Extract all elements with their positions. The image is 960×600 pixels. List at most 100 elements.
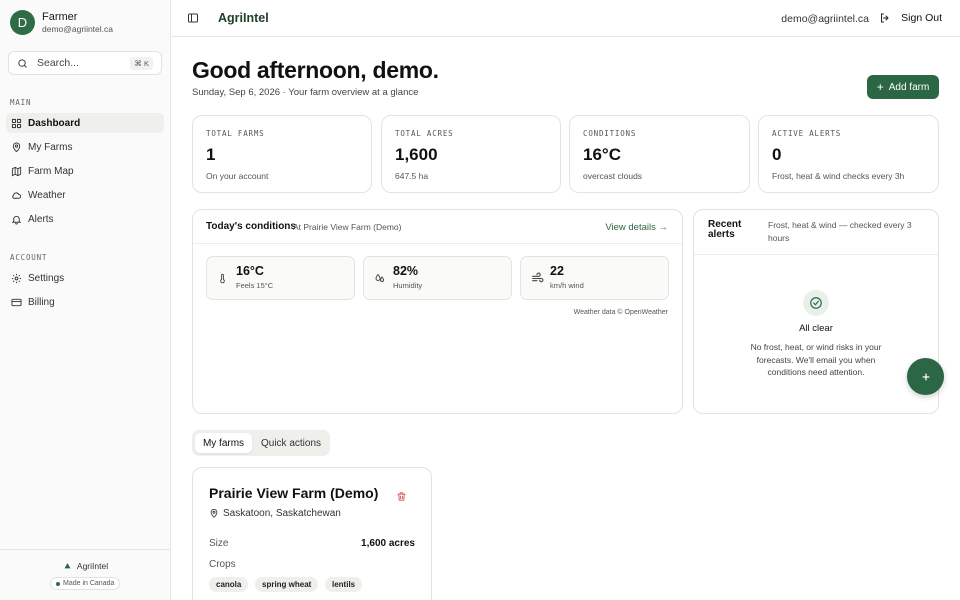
tab-my-farms[interactable]: My farms bbox=[195, 433, 252, 453]
section-label-account: ACCOUNT bbox=[10, 253, 48, 262]
sidebar-item-label: Alerts bbox=[28, 213, 54, 225]
sidebar: D Farmer demo@agriintel.ca Search... ⌘ K… bbox=[0, 0, 171, 600]
stat-label: ACTIVE ALERTS bbox=[772, 129, 842, 138]
sidebar-item-label: Settings bbox=[28, 272, 65, 284]
top-user-email: demo@agriintel.ca bbox=[781, 13, 869, 25]
alerts-subtitle: Frost, heat & wind — checked every 3 hou… bbox=[768, 220, 912, 243]
metric-temperature: 16°C Feels 15°C bbox=[206, 256, 355, 300]
stat-sub: 647.5 ha bbox=[395, 171, 429, 181]
check-circle-icon bbox=[810, 297, 822, 309]
metric-value: 22 bbox=[550, 264, 564, 278]
metric-sub: Humidity bbox=[393, 281, 423, 290]
stat-card-total-farms: TOTAL FARMS 1 On your account bbox=[192, 115, 372, 193]
map-pin-icon bbox=[12, 142, 21, 152]
stat-label: TOTAL ACRES bbox=[395, 129, 454, 138]
avatar[interactable]: D bbox=[10, 10, 35, 35]
divider bbox=[694, 254, 938, 255]
farm-size-value: 1,600 acres bbox=[361, 538, 415, 549]
conditions-location: At Prairie View Farm (Demo) bbox=[293, 222, 402, 232]
sidebar-item-label: My Farms bbox=[28, 141, 73, 153]
weather-attribution: Weather data © OpenWeather bbox=[573, 309, 668, 316]
divider bbox=[193, 243, 682, 244]
stat-card-conditions: CONDITIONS 16°C overcast clouds bbox=[569, 115, 750, 193]
sidebar-item-my-farms[interactable]: My Farms bbox=[6, 137, 164, 157]
sidebar-item-alerts[interactable]: Alerts bbox=[6, 209, 164, 229]
metric-value: 82% bbox=[393, 264, 419, 278]
sidebar-item-farm-map[interactable]: Farm Map bbox=[6, 161, 164, 181]
sidebar-item-weather[interactable]: Weather bbox=[6, 185, 164, 205]
search-shortcut: ⌘ K bbox=[130, 56, 153, 70]
metric-wind: 22 km/h wind bbox=[520, 256, 669, 300]
metric-sub: km/h wind bbox=[550, 281, 584, 290]
stat-value: 1 bbox=[206, 145, 216, 164]
stat-sub: Frost, heat & wind checks every 3h bbox=[772, 171, 905, 181]
farm-location-text: Saskatoon, Saskatchewan bbox=[223, 508, 341, 519]
all-clear-badge bbox=[803, 290, 829, 316]
search-icon bbox=[18, 58, 27, 68]
search-placeholder: Search... bbox=[37, 57, 80, 69]
stat-value: 1,600 bbox=[395, 145, 438, 164]
farm-size-label: Size bbox=[209, 538, 229, 549]
map-icon bbox=[11, 166, 22, 176]
farm-tabs: My farms Quick actions bbox=[192, 430, 330, 456]
gear-icon bbox=[11, 273, 22, 283]
sidebar-toggle-button[interactable] bbox=[187, 12, 199, 24]
top-bar: AgriIntel demo@agriintel.ca Sign Out bbox=[171, 0, 960, 37]
stat-label: TOTAL FARMS bbox=[206, 129, 265, 138]
credit-card-icon bbox=[11, 298, 22, 306]
cloud-icon bbox=[12, 191, 22, 199]
delete-farm-button[interactable] bbox=[396, 491, 407, 502]
user-profile[interactable]: D Farmer demo@agriintel.ca bbox=[10, 10, 113, 35]
thermometer-icon bbox=[220, 273, 225, 284]
sidebar-item-dashboard[interactable]: Dashboard bbox=[6, 113, 164, 133]
farm-card[interactable]: Prairie View Farm (Demo) Saskatoon, Sask… bbox=[192, 467, 432, 600]
user-email: demo@agriintel.ca bbox=[42, 23, 113, 34]
floating-add-button[interactable] bbox=[907, 358, 944, 395]
badge-dot-icon bbox=[56, 581, 60, 586]
map-pin-icon bbox=[210, 508, 218, 518]
crop-tag: spring wheat bbox=[255, 577, 319, 592]
wind-icon bbox=[532, 272, 544, 283]
bell-icon bbox=[11, 215, 22, 225]
plus-icon: + bbox=[876, 80, 884, 94]
farm-crops-label: Crops bbox=[209, 559, 236, 570]
sidebar-item-billing[interactable]: Billing bbox=[6, 292, 164, 312]
leaf-icon bbox=[64, 562, 71, 568]
badge-text: Made in Canada bbox=[63, 580, 115, 587]
sidebar-item-label: Weather bbox=[28, 189, 66, 201]
view-details-link[interactable]: View details → bbox=[605, 222, 668, 233]
made-in-canada-badge: Made in Canada bbox=[50, 577, 121, 590]
sidebar-item-label: Farm Map bbox=[28, 165, 74, 177]
stat-value: 16°C bbox=[583, 145, 621, 164]
stat-card-total-acres: TOTAL ACRES 1,600 647.5 ha bbox=[381, 115, 561, 193]
app-logo[interactable]: AgriIntel bbox=[218, 11, 269, 25]
plus-icon bbox=[921, 372, 930, 381]
alerts-title: Recent alerts bbox=[708, 219, 742, 240]
trash-icon bbox=[397, 492, 406, 501]
conditions-title: Today's conditions bbox=[206, 221, 296, 232]
sidebar-item-settings[interactable]: Settings bbox=[6, 268, 164, 288]
conditions-card: Today's conditions At Prairie View Farm … bbox=[192, 209, 683, 414]
sign-out-label: Sign Out bbox=[901, 12, 942, 24]
farm-location: Saskatoon, Saskatchewan bbox=[209, 508, 341, 519]
stat-sub: On your account bbox=[206, 171, 269, 181]
section-label-main: MAIN bbox=[10, 98, 32, 107]
all-clear-title: All clear bbox=[799, 323, 833, 334]
crop-tag: lentils bbox=[325, 577, 363, 592]
sidebar-item-label: Dashboard bbox=[28, 117, 81, 129]
grid-icon bbox=[11, 118, 22, 128]
add-farm-button[interactable]: + Add farm bbox=[867, 75, 939, 99]
all-clear-message: No frost, heat, or wind risks in your fo… bbox=[750, 342, 882, 377]
panel-left-icon bbox=[188, 13, 198, 23]
search-input[interactable]: Search... ⌘ K bbox=[8, 51, 162, 75]
sidebar-item-label: Billing bbox=[28, 296, 55, 308]
farm-name[interactable]: Prairie View Farm (Demo) bbox=[209, 485, 378, 501]
stat-sub: overcast clouds bbox=[583, 171, 643, 181]
metric-value: 16°C bbox=[236, 264, 264, 278]
page-subtitle: Sunday, Sep 6, 2026 · Your farm overview… bbox=[192, 87, 419, 98]
sign-out-button[interactable]: Sign Out bbox=[879, 12, 942, 24]
user-name: Farmer bbox=[42, 10, 78, 23]
crop-tag: canola bbox=[209, 577, 249, 592]
metric-sub: Feels 15°C bbox=[236, 281, 274, 290]
tab-quick-actions[interactable]: Quick actions bbox=[255, 433, 327, 453]
